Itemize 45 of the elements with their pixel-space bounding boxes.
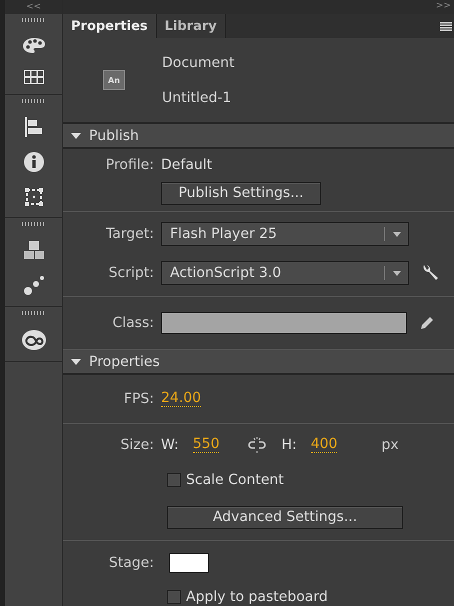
app-badge: An: [103, 70, 125, 90]
align-icon[interactable]: [24, 117, 42, 137]
advanced-settings-button[interactable]: Advanced Settings...: [167, 506, 403, 528]
link-icon[interactable]: [247, 437, 268, 453]
transform-icon[interactable]: [24, 187, 44, 207]
collapse-button[interactable]: >>: [436, 2, 451, 11]
height-value[interactable]: 400: [310, 437, 338, 453]
field-label: FPS:: [122, 391, 154, 407]
info-icon[interactable]: [22, 151, 44, 173]
stage-color-swatch[interactable]: [169, 553, 209, 573]
creative-cloud-icon[interactable]: [20, 329, 46, 351]
document-name: Untitled-1: [162, 90, 232, 106]
unit-label: px: [381, 437, 399, 453]
field-label: Size:: [120, 437, 154, 453]
publish-settings-button[interactable]: Publish Settings...: [161, 182, 321, 204]
width-value[interactable]: 550: [192, 437, 220, 453]
checkbox[interactable]: Scale Content: [167, 472, 284, 488]
field-label: Class:: [111, 315, 154, 331]
panel-tab[interactable]: Properties: [63, 14, 157, 38]
panel-tab[interactable]: Library: [156, 14, 226, 38]
field-label: Target:: [104, 226, 154, 242]
class-input-field[interactable]: [161, 312, 407, 334]
target-dropdown[interactable]: Flash Player 25: [161, 222, 409, 246]
script-dropdown[interactable]: ActionScript 3.0: [161, 261, 409, 285]
fps-value[interactable]: 24.00: [161, 391, 202, 407]
field-label: W:: [161, 437, 179, 453]
field-label: H:: [281, 437, 297, 453]
field-label: Profile:: [104, 157, 154, 173]
stacked-boxes-icon[interactable]: [22, 240, 44, 260]
pencil-icon[interactable]: [419, 315, 435, 331]
section-header[interactable]: Properties: [63, 350, 454, 375]
checkbox[interactable]: Apply to pasteboard: [167, 589, 328, 605]
menu-icon[interactable]: [440, 22, 452, 30]
wrench-icon[interactable]: [421, 264, 439, 282]
palette-icon[interactable]: [22, 36, 46, 56]
profile-value: Default: [161, 157, 212, 173]
dropdown-arrow-icon: [393, 232, 401, 236]
dropdown-arrow-icon: [393, 270, 401, 276]
section-header[interactable]: Publish: [63, 124, 454, 149]
document-type: Document: [162, 54, 235, 70]
field-label: Stage:: [108, 555, 154, 571]
field-label: Script:: [108, 265, 154, 281]
dots-icon[interactable]: [22, 274, 44, 296]
collapse-button[interactable]: <<: [26, 2, 42, 12]
swatches-grid-icon[interactable]: [24, 70, 44, 84]
